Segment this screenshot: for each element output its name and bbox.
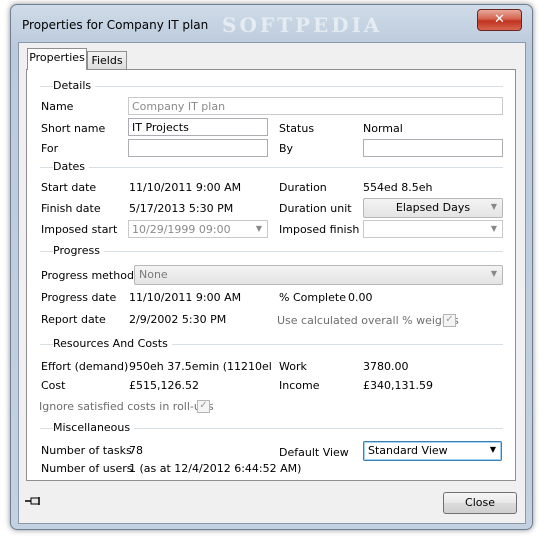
default-view-label: Default View (279, 446, 349, 459)
users-count-value: 1 (as at 12/4/2012 6:44:52 AM) (129, 462, 302, 475)
section-divider (40, 251, 503, 252)
for-label: For (41, 142, 59, 155)
short-name-field[interactable]: IT Projects (128, 118, 268, 136)
ignore-costs-label: Ignore satisfied costs in roll-ups (39, 400, 214, 413)
duration-unit-label: Duration unit (279, 202, 352, 215)
imposed-finish-label: Imposed finish (279, 223, 360, 236)
window-close-button[interactable]: ✕ (477, 9, 522, 31)
calendar-dropdown-icon: ▼ (255, 224, 263, 233)
calc-weights-label: Use calculated overall % weights (277, 314, 459, 327)
section-dates-header: Dates (53, 160, 90, 173)
section-progress-header: Progress (53, 244, 104, 257)
section-details-header: Details (53, 79, 96, 92)
section-divider (40, 86, 503, 87)
name-label: Name (41, 100, 74, 113)
work-value: 3780.00 (363, 360, 409, 373)
section-misc-header: Miscellaneous (53, 421, 135, 434)
name-field[interactable]: Company IT plan (128, 97, 503, 115)
check-icon: ✓ (445, 314, 454, 325)
ignore-costs-checkbox[interactable]: ✓ (197, 400, 210, 413)
percent-complete-label: % Complete (279, 291, 346, 304)
start-date-value: 11/10/2011 9:00 AM (129, 181, 242, 194)
report-date-value: 2/9/2002 5:30 PM (129, 313, 227, 326)
income-label: Income (279, 379, 320, 392)
finish-date-value: 5/17/2013 5:30 PM (129, 202, 234, 215)
duration-unit-select[interactable]: Elapsed Days ▼ (363, 198, 503, 218)
chevron-down-icon: ▼ (489, 445, 497, 454)
progress-method-label: Progress method (41, 269, 134, 282)
pin-icon[interactable] (25, 495, 41, 507)
status-label: Status (279, 122, 315, 135)
progress-date-label: Progress date (41, 291, 117, 304)
progress-method-select[interactable]: None ▼ (134, 265, 503, 285)
duration-label: Duration (279, 181, 327, 194)
duration-unit-selected: Elapsed Days (395, 201, 471, 214)
effort-value: 950eh 37.5emin (11210el (129, 360, 272, 373)
imposed-start-value: 10/29/1999 09:00 (132, 223, 231, 236)
start-date-label: Start date (41, 181, 97, 194)
imposed-start-label: Imposed start (41, 223, 118, 236)
tab-fields[interactable]: Fields (87, 51, 127, 70)
progress-method-selected: None (139, 268, 168, 281)
calendar-dropdown-icon: ▼ (490, 224, 498, 233)
check-icon: ✓ (199, 400, 208, 411)
imposed-start-field[interactable]: 10/29/1999 09:00 ▼ (128, 220, 268, 238)
work-label: Work (279, 360, 307, 373)
by-label: By (279, 142, 294, 155)
percent-complete-value: 0.00 (348, 291, 373, 304)
window-title: Properties for Company IT plan (22, 18, 209, 32)
default-view-selected: Standard View (368, 444, 448, 457)
default-view-select[interactable]: Standard View ▼ (363, 441, 502, 461)
by-field[interactable] (363, 139, 503, 157)
short-name-label: Short name (41, 122, 106, 135)
for-field[interactable] (128, 139, 268, 157)
section-resources-header: Resources And Costs (53, 337, 172, 350)
status-value: Normal (363, 122, 403, 135)
income-value: £340,131.59 (363, 379, 433, 392)
effort-label: Effort (demand) (41, 360, 129, 373)
duration-value: 554ed 8.5eh (363, 181, 433, 194)
finish-date-label: Finish date (41, 202, 101, 215)
tasks-count-value: 78 (129, 444, 143, 457)
report-date-label: Report date (41, 313, 106, 326)
chevron-down-icon: ▼ (490, 202, 498, 211)
tasks-count-label: Number of tasks (41, 444, 132, 457)
calc-weights-checkbox[interactable]: ✓ (443, 314, 456, 327)
users-count-label: Number of users (41, 462, 133, 475)
cost-label: Cost (41, 379, 66, 392)
close-icon: ✕ (494, 12, 505, 27)
close-button[interactable]: Close (443, 492, 517, 514)
progress-date-value: 11/10/2011 9:00 AM (129, 291, 242, 304)
cost-value: £515,126.52 (129, 379, 199, 392)
tab-properties[interactable]: Properties (27, 48, 87, 70)
watermark-logo: SOFTPEDIA (222, 13, 383, 37)
chevron-down-icon: ▼ (490, 269, 498, 278)
section-divider (40, 167, 503, 168)
imposed-finish-field[interactable]: ▼ (363, 220, 503, 238)
